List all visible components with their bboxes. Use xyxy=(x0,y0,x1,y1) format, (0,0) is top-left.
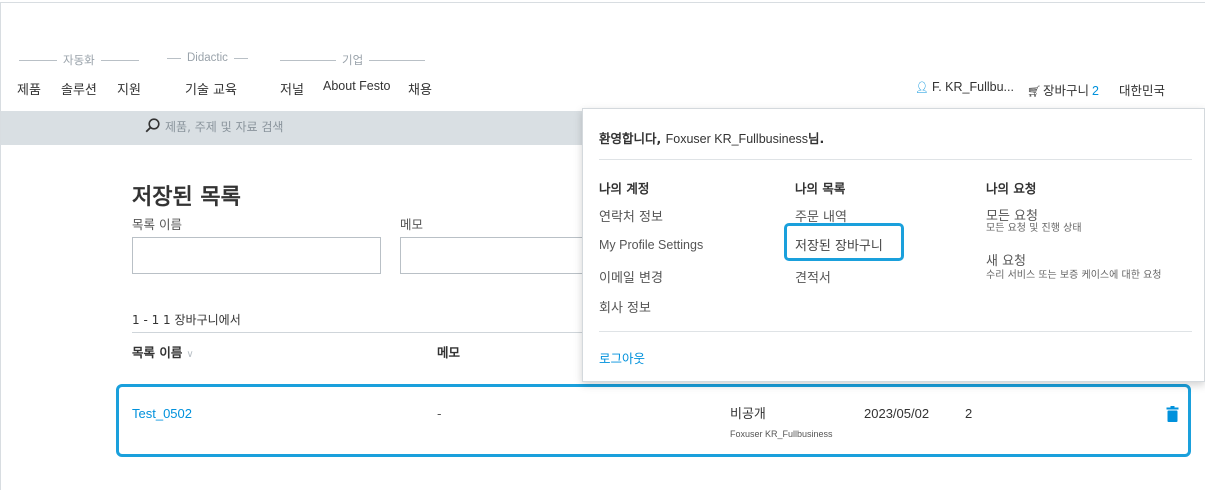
region-selector[interactable]: 대한민국 xyxy=(1119,80,1165,99)
trash-icon[interactable] xyxy=(1166,406,1179,422)
nav-item-careers[interactable]: 채용 xyxy=(408,79,432,98)
my-account-heading: 나의 계정 xyxy=(599,181,650,196)
menu-item-saved-carts[interactable]: 저장된 장바구니 xyxy=(795,235,883,254)
divider xyxy=(599,159,1192,160)
column-header-list-name[interactable]: 목록 이름 ∨ xyxy=(132,342,194,361)
all-requests-description: 모든 요청 및 진행 상태 xyxy=(986,223,1082,234)
search-icon[interactable] xyxy=(145,118,160,133)
nav-group-label: 기업 xyxy=(342,53,364,67)
result-range: 1 - 1 1 장바구니에서 xyxy=(132,313,241,327)
frame-left-border xyxy=(0,2,1,490)
welcome-suffix: 님. xyxy=(808,131,825,146)
cart-icon: 🛒︎ xyxy=(1027,86,1041,98)
memo-input[interactable] xyxy=(400,237,585,274)
menu-item-change-email[interactable]: 이메일 변경 xyxy=(599,267,663,286)
row-memo: - xyxy=(437,406,442,421)
cart-count: 2 xyxy=(1091,84,1099,98)
column-header-memo: 메모 xyxy=(437,345,461,360)
cart-button[interactable]: 🛒︎ 장바구니 2 xyxy=(1027,80,1099,99)
welcome-message: 환영합니다, Foxuser KR_Fullbusiness님. xyxy=(599,128,824,147)
search-input[interactable] xyxy=(165,118,565,136)
nav-group-didactic: Didactic xyxy=(167,52,248,64)
nav-group-label: 자동화 xyxy=(63,53,95,67)
menu-item-quotes[interactable]: 견적서 xyxy=(795,267,831,286)
table-row-highlight xyxy=(116,384,1191,457)
user-icon: 👤︎ xyxy=(915,82,929,94)
nav-item-support[interactable]: 지원 xyxy=(117,79,141,98)
divider xyxy=(599,331,1192,332)
chevron-down-icon: ∨ xyxy=(186,349,194,360)
row-date: 2023/05/02 xyxy=(864,406,930,421)
nav-group-label: Didactic xyxy=(187,52,228,64)
column-header-label: 목록 이름 xyxy=(132,345,183,360)
list-name-input[interactable] xyxy=(132,237,381,274)
welcome-prefix: 환영합니다, xyxy=(599,131,662,146)
list-name-label: 목록 이름 xyxy=(132,217,182,232)
frame-top-border xyxy=(0,2,1205,3)
welcome-name: Foxuser KR_Fullbusiness xyxy=(665,132,809,146)
saved-list-link[interactable]: Test_0502 xyxy=(132,406,192,421)
row-owner: Foxuser KR_Fullbusiness xyxy=(730,429,833,439)
account-dropdown: 환영합니다, Foxuser KR_Fullbusiness님. 나의 계정 연… xyxy=(582,108,1205,382)
my-requests-heading: 나의 요청 xyxy=(986,181,1037,196)
nav-group-automation: 자동화 xyxy=(19,52,139,68)
nav-item-about[interactable]: About Festo xyxy=(323,79,390,93)
page-title: 저장된 목록 xyxy=(132,185,241,210)
nav-item-solutions[interactable]: 솔루션 xyxy=(61,79,97,98)
nav-item-training[interactable]: 기술 교육 xyxy=(185,79,237,98)
menu-item-contact-info[interactable]: 연락처 정보 xyxy=(599,206,663,225)
my-lists-heading: 나의 목록 xyxy=(795,181,846,196)
nav-group-company: 기업 xyxy=(280,52,426,68)
new-request-description: 수리 서비스 또는 보증 케이스에 대한 요청 xyxy=(986,270,1162,281)
menu-item-profile-settings[interactable]: My Profile Settings xyxy=(599,238,703,252)
account-menu-button[interactable]: 👤︎ F. KR_Fullbu... xyxy=(915,80,1014,94)
menu-item-new-request[interactable]: 새 요청 xyxy=(986,250,1026,269)
memo-label: 메모 xyxy=(400,217,424,232)
cart-label: 장바구니 xyxy=(1042,84,1089,98)
row-item-count: 2 xyxy=(965,406,973,421)
logout-link[interactable]: 로그아웃 xyxy=(599,348,645,367)
nav-item-products[interactable]: 제품 xyxy=(17,79,41,98)
menu-item-company-info[interactable]: 회사 정보 xyxy=(599,297,651,316)
row-visibility: 비공개 xyxy=(730,407,766,422)
account-user-label: F. KR_Fullbu... xyxy=(931,80,1014,94)
nav-item-journal[interactable]: 저널 xyxy=(280,79,304,98)
table-divider xyxy=(132,332,592,333)
